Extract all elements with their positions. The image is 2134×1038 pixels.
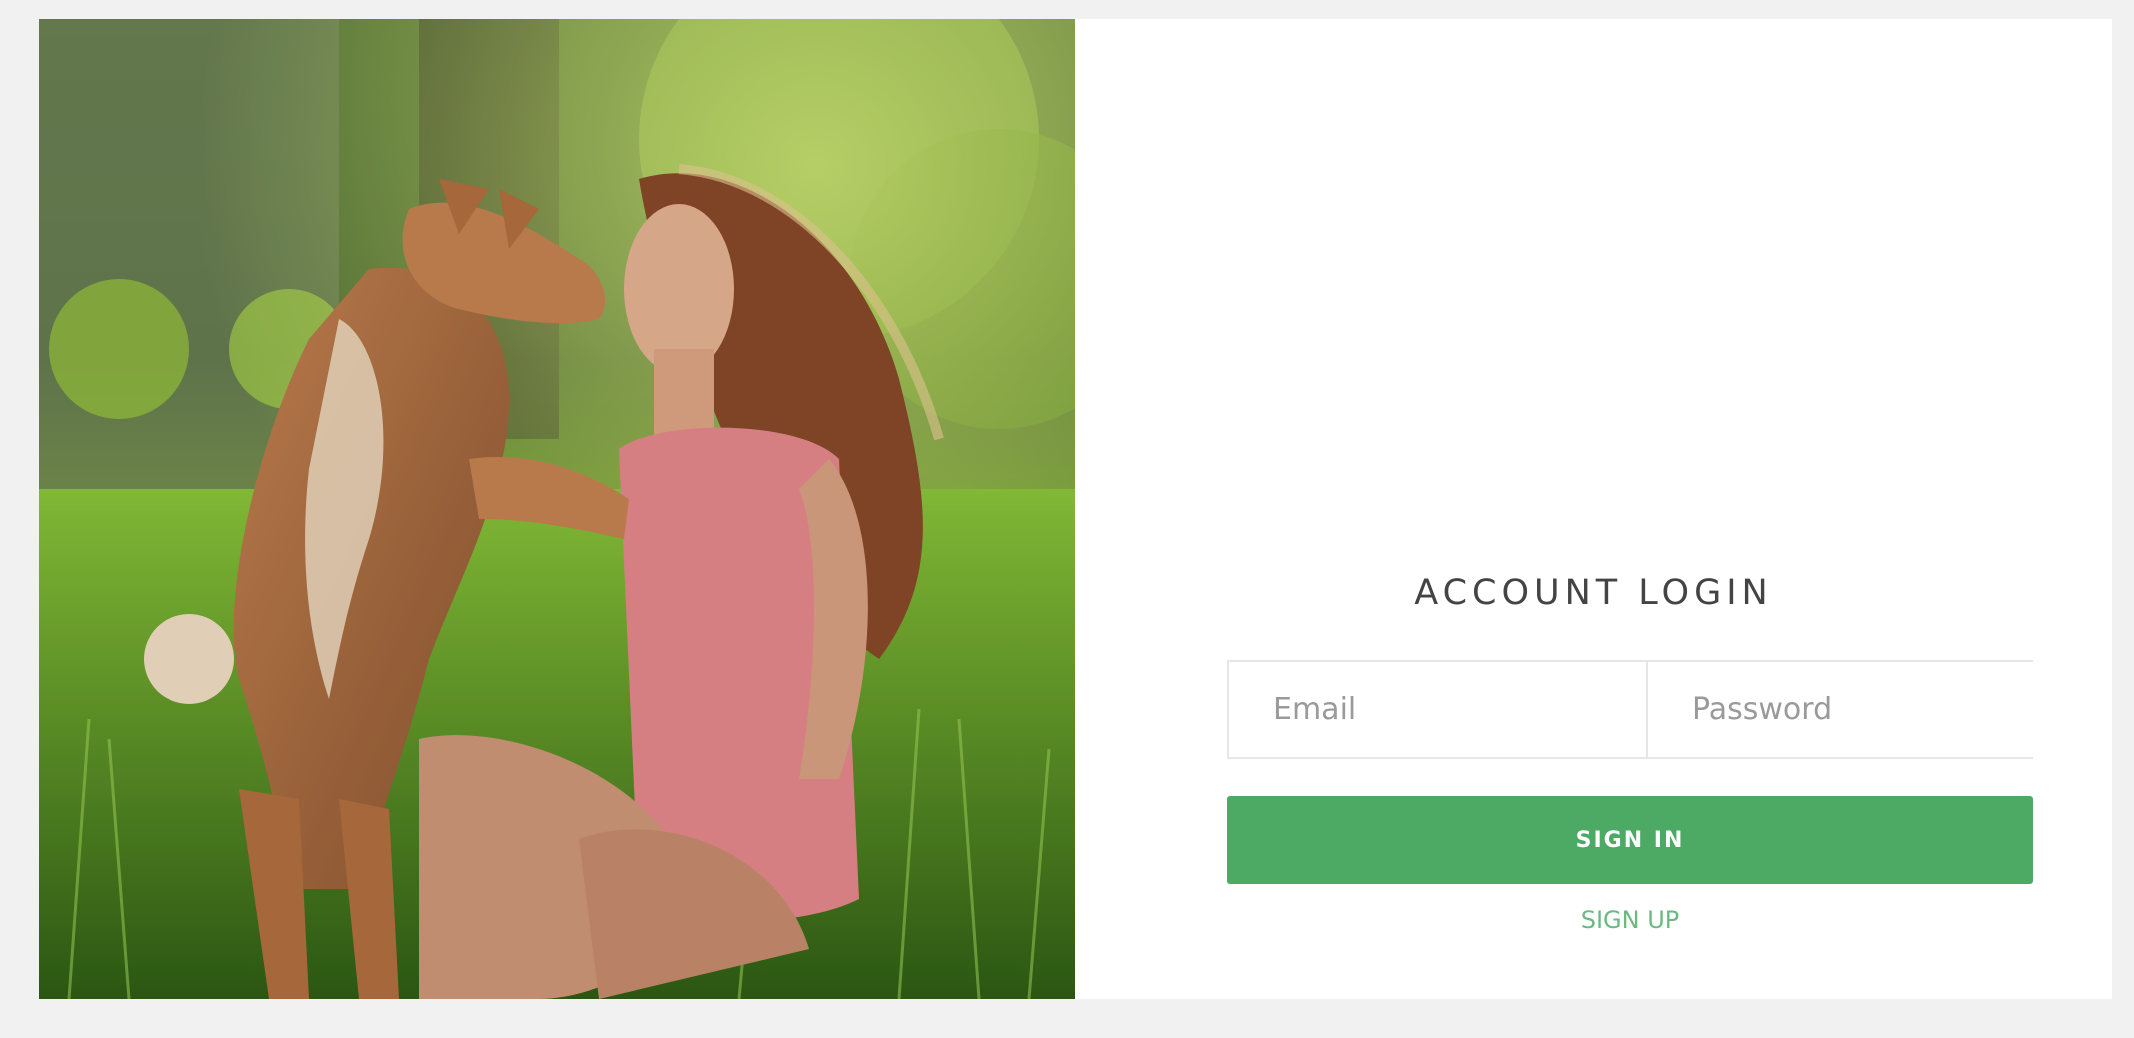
- password-field[interactable]: [1648, 662, 2065, 757]
- hero-photo: [39, 19, 1075, 999]
- credentials-row: [1227, 660, 2065, 759]
- login-title: ACCOUNT LOGIN: [1414, 573, 1773, 613]
- sign-up-link[interactable]: SIGN UP: [1227, 906, 2033, 934]
- woman-and-dog-photo: [39, 19, 1075, 999]
- login-page: ACCOUNT LOGIN SIGN IN SIGN UP: [0, 0, 2134, 1038]
- login-form-pane: ACCOUNT LOGIN SIGN IN SIGN UP: [1075, 19, 2112, 999]
- sign-in-button[interactable]: SIGN IN: [1227, 796, 2033, 884]
- email-field[interactable]: [1229, 662, 1646, 757]
- login-card: ACCOUNT LOGIN SIGN IN SIGN UP: [39, 19, 2112, 999]
